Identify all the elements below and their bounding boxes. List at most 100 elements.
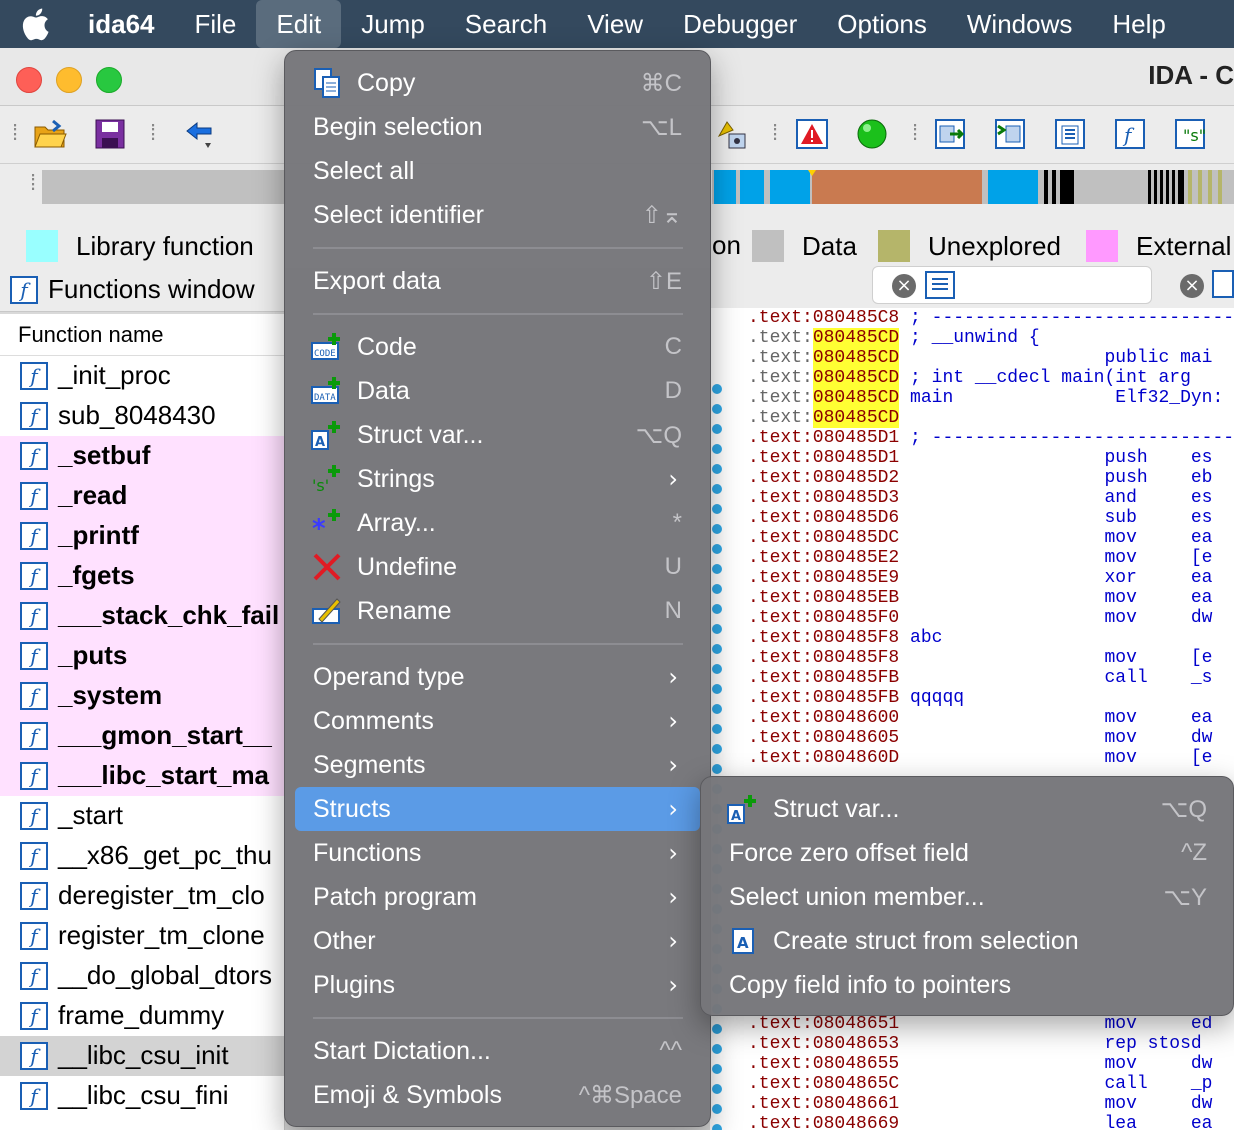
menu-options[interactable]: Options (817, 0, 947, 48)
breakpoint-dot[interactable] (712, 384, 722, 394)
breakpoint-dot[interactable] (712, 1084, 722, 1094)
function-row[interactable]: f _read (0, 476, 284, 516)
disasm-line[interactable]: .text:080485CD public mai (748, 348, 1213, 368)
disasm-line[interactable]: .text:08048605 mov dw (748, 728, 1213, 748)
breakpoint-dot[interactable] (712, 424, 722, 434)
function-row[interactable]: f _puts (0, 636, 284, 676)
functions-list[interactable]: Function name f _init_proc f sub_8048430 f _s… (0, 314, 285, 1130)
menu-item-export-data[interactable]: Export data ⇧E (295, 259, 700, 303)
disasm-line[interactable]: .text:080485F8 mov [e (748, 648, 1213, 668)
disasm-line[interactable]: .text:080485CD main Elf32_Dyn: (748, 388, 1223, 408)
menu-item-plugins[interactable]: Plugins › (295, 963, 700, 1007)
breakpoint-dot[interactable] (712, 1024, 722, 1034)
menu-item-patch-program[interactable]: Patch program › (295, 875, 700, 919)
breakpoint-dot[interactable] (712, 664, 722, 674)
menu-item-operand-type[interactable]: Operand type › (295, 655, 700, 699)
breakpoint-dot[interactable] (712, 484, 722, 494)
disasm-line[interactable]: .text:080485FB qqqqq (748, 688, 964, 708)
run-green-icon[interactable] (854, 116, 890, 152)
navigation-bar-right[interactable] (712, 170, 1234, 204)
back-arrow-icon[interactable] (182, 116, 218, 152)
breakpoint-dot[interactable] (712, 704, 722, 714)
menu-search[interactable]: Search (445, 0, 567, 48)
menu-item-comments[interactable]: Comments › (295, 699, 700, 743)
breakpoint-dot[interactable] (712, 544, 722, 554)
menu-item-array[interactable]: * Array... * (295, 501, 700, 545)
function-row[interactable]: f ___gmon_start__ (0, 716, 284, 756)
disasm-line[interactable]: .text:080485E2 mov [e (748, 548, 1213, 568)
breakpoint-dot[interactable] (712, 444, 722, 454)
disasm-line[interactable]: .text:08048653 rep stosd (748, 1034, 1202, 1054)
breakpoint-dot[interactable] (712, 644, 722, 654)
function-row[interactable]: f _start (0, 796, 284, 836)
function-row[interactable]: f frame_dummy (0, 996, 284, 1036)
menu-item-struct-var[interactable]: A Struct var... ⌥Q (295, 413, 700, 457)
apple-icon[interactable] (0, 0, 70, 48)
function-row[interactable]: f _fgets (0, 556, 284, 596)
menu-item-structs[interactable]: Structs › (295, 787, 700, 831)
disasm-line[interactable]: .text:080485C8 ; -----------------------… (748, 308, 1234, 328)
menu-item-functions[interactable]: Functions › (295, 831, 700, 875)
functions-window-header[interactable]: f Functions window (0, 268, 285, 312)
breakpoint-dot[interactable] (712, 524, 722, 534)
disasm-line[interactable]: .text:0804865C call _p (748, 1074, 1213, 1094)
function-row[interactable]: f _printf (0, 516, 284, 556)
breakpoint-dot[interactable] (712, 1104, 722, 1114)
breakpoint-dot[interactable] (712, 564, 722, 574)
submenu-item-struct-var[interactable]: A Struct var... ⌥Q (711, 787, 1225, 831)
menu-item-undefine[interactable]: Undefine U (295, 545, 700, 589)
breakpoint-dot[interactable] (712, 1064, 722, 1074)
disasm-line[interactable]: .text:080485D6 sub es (748, 508, 1213, 528)
minimize-window-button[interactable] (56, 67, 82, 93)
function-row[interactable]: f _init_proc (0, 356, 284, 396)
menu-item-begin-selection[interactable]: Begin selection ⌥L (295, 105, 700, 149)
menu-windows[interactable]: Windows (947, 0, 1092, 48)
menu-item-copy[interactable]: Copy ⌘C (295, 61, 700, 105)
breakpoint-dot[interactable] (712, 724, 722, 734)
menu-item-code[interactable]: CODE Code C (295, 325, 700, 369)
navigation-bar-left[interactable] (42, 170, 286, 204)
menu-debugger[interactable]: Debugger (663, 0, 817, 48)
breakpoint-dot[interactable] (712, 464, 722, 474)
function-row[interactable]: f __libc_csu_fini (0, 1076, 284, 1116)
disasm-line[interactable]: .text:0804860D mov [e (748, 748, 1213, 768)
disasm-line[interactable]: .text:080485D3 and es (748, 488, 1213, 508)
breakpoint-dot[interactable] (712, 744, 722, 754)
close-tab-icon[interactable]: × (1180, 274, 1204, 298)
menu-help[interactable]: Help (1092, 0, 1185, 48)
disasm-line[interactable]: .text:080485D2 push eb (748, 468, 1213, 488)
disasm-line[interactable]: .text:08048669 lea ea (748, 1114, 1213, 1130)
export-window-icon[interactable] (932, 116, 968, 152)
function-row[interactable]: f __libc_csu_init (0, 1036, 284, 1076)
menu-item-select-all[interactable]: Select all (295, 149, 700, 193)
disasm-line[interactable]: .text:080485CD ; int __cdecl main(int ar… (748, 368, 1191, 388)
function-row[interactable]: f _system (0, 676, 284, 716)
disasm-line[interactable]: .text:080485F0 mov dw (748, 608, 1213, 628)
breakpoint-dot[interactable] (712, 504, 722, 514)
function-row[interactable]: f deregister_tm_clo (0, 876, 284, 916)
menu-item-rename[interactable]: Rename N (295, 589, 700, 633)
menu-item-select-identifier[interactable]: Select identifier ⇧⌅ (295, 193, 700, 237)
function-row[interactable]: f __do_global_dtors (0, 956, 284, 996)
menu-item-emoji-symbols[interactable]: Emoji & Symbols ^⌘Space (295, 1073, 700, 1117)
graph-view-icon[interactable] (1212, 270, 1234, 298)
breakpoint-dot[interactable] (712, 604, 722, 614)
submenu-item-force-zero-offset[interactable]: Force zero offset field ^Z (711, 831, 1225, 875)
menu-view[interactable]: View (567, 0, 663, 48)
menu-app-ida64[interactable]: ida64 (70, 0, 175, 48)
disasm-line[interactable]: .text:080485F8 abc (748, 628, 942, 648)
menu-item-strings[interactable]: 's' Strings › (295, 457, 700, 501)
menu-file[interactable]: File (175, 0, 257, 48)
import-window-icon[interactable] (992, 116, 1028, 152)
function-row[interactable]: f _setbuf (0, 436, 284, 476)
column-header-function-name[interactable]: Function name (0, 314, 284, 356)
function-row[interactable]: f register_tm_clone (0, 916, 284, 956)
list-window-icon[interactable] (1052, 116, 1088, 152)
strings-window-icon[interactable]: "s" (1172, 116, 1208, 152)
breakpoint-dot[interactable] (712, 764, 722, 774)
menu-jump[interactable]: Jump (341, 0, 445, 48)
zoom-window-button[interactable] (96, 67, 122, 93)
breakpoint-dot[interactable] (712, 584, 722, 594)
disasm-line[interactable]: .text:080485CD (748, 408, 900, 428)
close-tab-icon[interactable]: × (892, 274, 916, 298)
